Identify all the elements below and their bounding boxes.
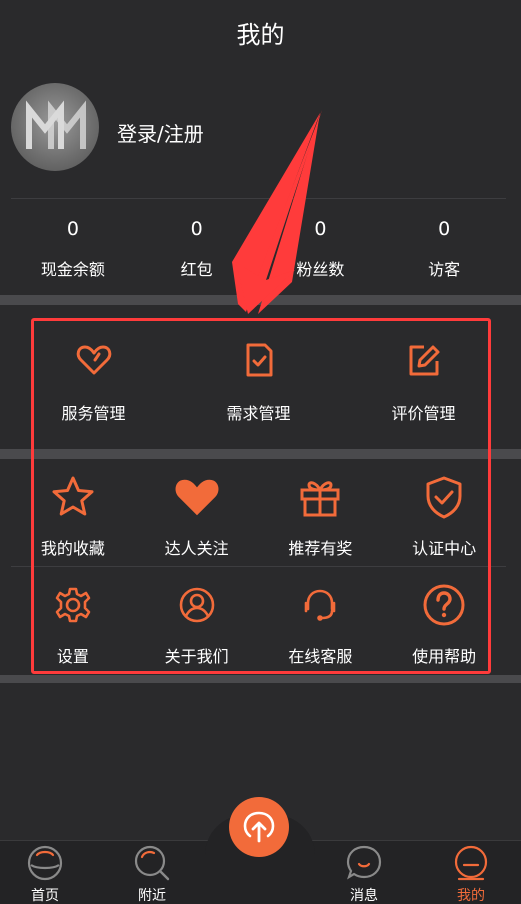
login-register-link[interactable]: 登录/注册 <box>117 118 204 147</box>
home-icon <box>27 845 63 881</box>
tab-nearby[interactable]: 附近 <box>107 841 197 904</box>
features-grid-row-2: 设置 关于我们 在线客服 使用帮助 <box>11 567 506 673</box>
avatar[interactable] <box>11 83 99 171</box>
message-icon <box>346 845 382 880</box>
stat-value: 0 <box>66 218 79 240</box>
stat-value: 0 <box>314 218 327 240</box>
stats-row: 0 现金余额 0 红包 0 粉丝数 0 访客 <box>11 200 506 295</box>
tab-home[interactable]: 首页 <box>0 841 90 904</box>
item-label: 达人关注 <box>164 539 229 558</box>
section-separator <box>0 675 521 683</box>
stat-label: 粉丝数 <box>296 260 345 279</box>
my-favorites-item[interactable]: 我的收藏 <box>11 459 135 565</box>
section-separator <box>0 449 521 459</box>
stat-visitors[interactable]: 0 访客 <box>382 200 506 295</box>
top-bar: 我的 <box>0 0 521 64</box>
online-service-item[interactable]: 在线客服 <box>259 567 383 673</box>
about-us-item[interactable]: 关于我们 <box>135 567 259 673</box>
demand-management-item[interactable]: 需求管理 <box>176 316 341 448</box>
item-label: 使用帮助 <box>412 647 477 666</box>
section-separator <box>0 295 521 305</box>
item-label: 认证中心 <box>412 539 477 558</box>
stat-value: 0 <box>190 218 203 240</box>
star-icon <box>49 473 97 521</box>
headset-icon <box>296 581 344 629</box>
profile-section[interactable]: 登录/注册 <box>0 80 521 190</box>
item-label: 在线客服 <box>288 647 353 666</box>
profile-icon <box>454 845 488 881</box>
service-management-item[interactable]: 服务管理 <box>11 316 176 448</box>
tab-me[interactable]: 我的 <box>426 841 516 904</box>
gear-icon <box>49 581 97 629</box>
item-label: 需求管理 <box>226 404 291 423</box>
item-label: 评价管理 <box>391 404 456 423</box>
item-label: 关于我们 <box>164 647 229 666</box>
logo-m-icon <box>26 100 86 149</box>
management-grid: 服务管理 需求管理 评价管理 <box>11 316 506 448</box>
tab-label: 附近 <box>138 888 166 904</box>
tab-label: 消息 <box>350 888 378 904</box>
stat-value: 0 <box>438 218 451 240</box>
page-title: 我的 <box>236 20 285 49</box>
stat-cash-balance[interactable]: 0 现金余额 <box>11 200 135 295</box>
publish-up-arrow-icon <box>243 811 275 843</box>
heart-filled-icon <box>173 473 221 521</box>
tab-label: 我的 <box>457 888 485 904</box>
search-nearby-icon <box>134 845 170 881</box>
edit-pen-icon <box>400 336 448 384</box>
item-label: 服务管理 <box>61 404 126 423</box>
stat-label: 现金余额 <box>40 260 105 279</box>
heart-outline-icon <box>70 336 118 384</box>
help-item[interactable]: 使用帮助 <box>382 567 506 673</box>
checked-document-icon <box>235 336 283 384</box>
item-label: 我的收藏 <box>40 539 105 558</box>
stat-red-packet[interactable]: 0 红包 <box>135 200 259 295</box>
item-label: 设置 <box>56 647 89 666</box>
settings-item[interactable]: 设置 <box>11 567 135 673</box>
shield-check-icon <box>420 473 468 521</box>
review-management-item[interactable]: 评价管理 <box>341 316 506 448</box>
stat-followers[interactable]: 0 粉丝数 <box>259 200 383 295</box>
verification-center-item[interactable]: 认证中心 <box>382 459 506 565</box>
expert-follow-item[interactable]: 达人关注 <box>135 459 259 565</box>
stat-label: 红包 <box>180 260 213 279</box>
referral-reward-item[interactable]: 推荐有奖 <box>259 459 383 565</box>
features-grid-row-1: 我的收藏 达人关注 推荐有奖 认证中心 <box>11 459 506 565</box>
gift-icon <box>296 473 344 521</box>
tab-messages[interactable]: 消息 <box>319 841 409 904</box>
tab-label: 首页 <box>31 888 59 904</box>
item-label: 推荐有奖 <box>288 539 353 558</box>
publish-button[interactable] <box>229 797 289 857</box>
help-question-icon <box>420 581 468 629</box>
stat-label: 访客 <box>428 260 461 279</box>
user-circle-icon <box>173 581 221 629</box>
divider <box>11 198 506 199</box>
